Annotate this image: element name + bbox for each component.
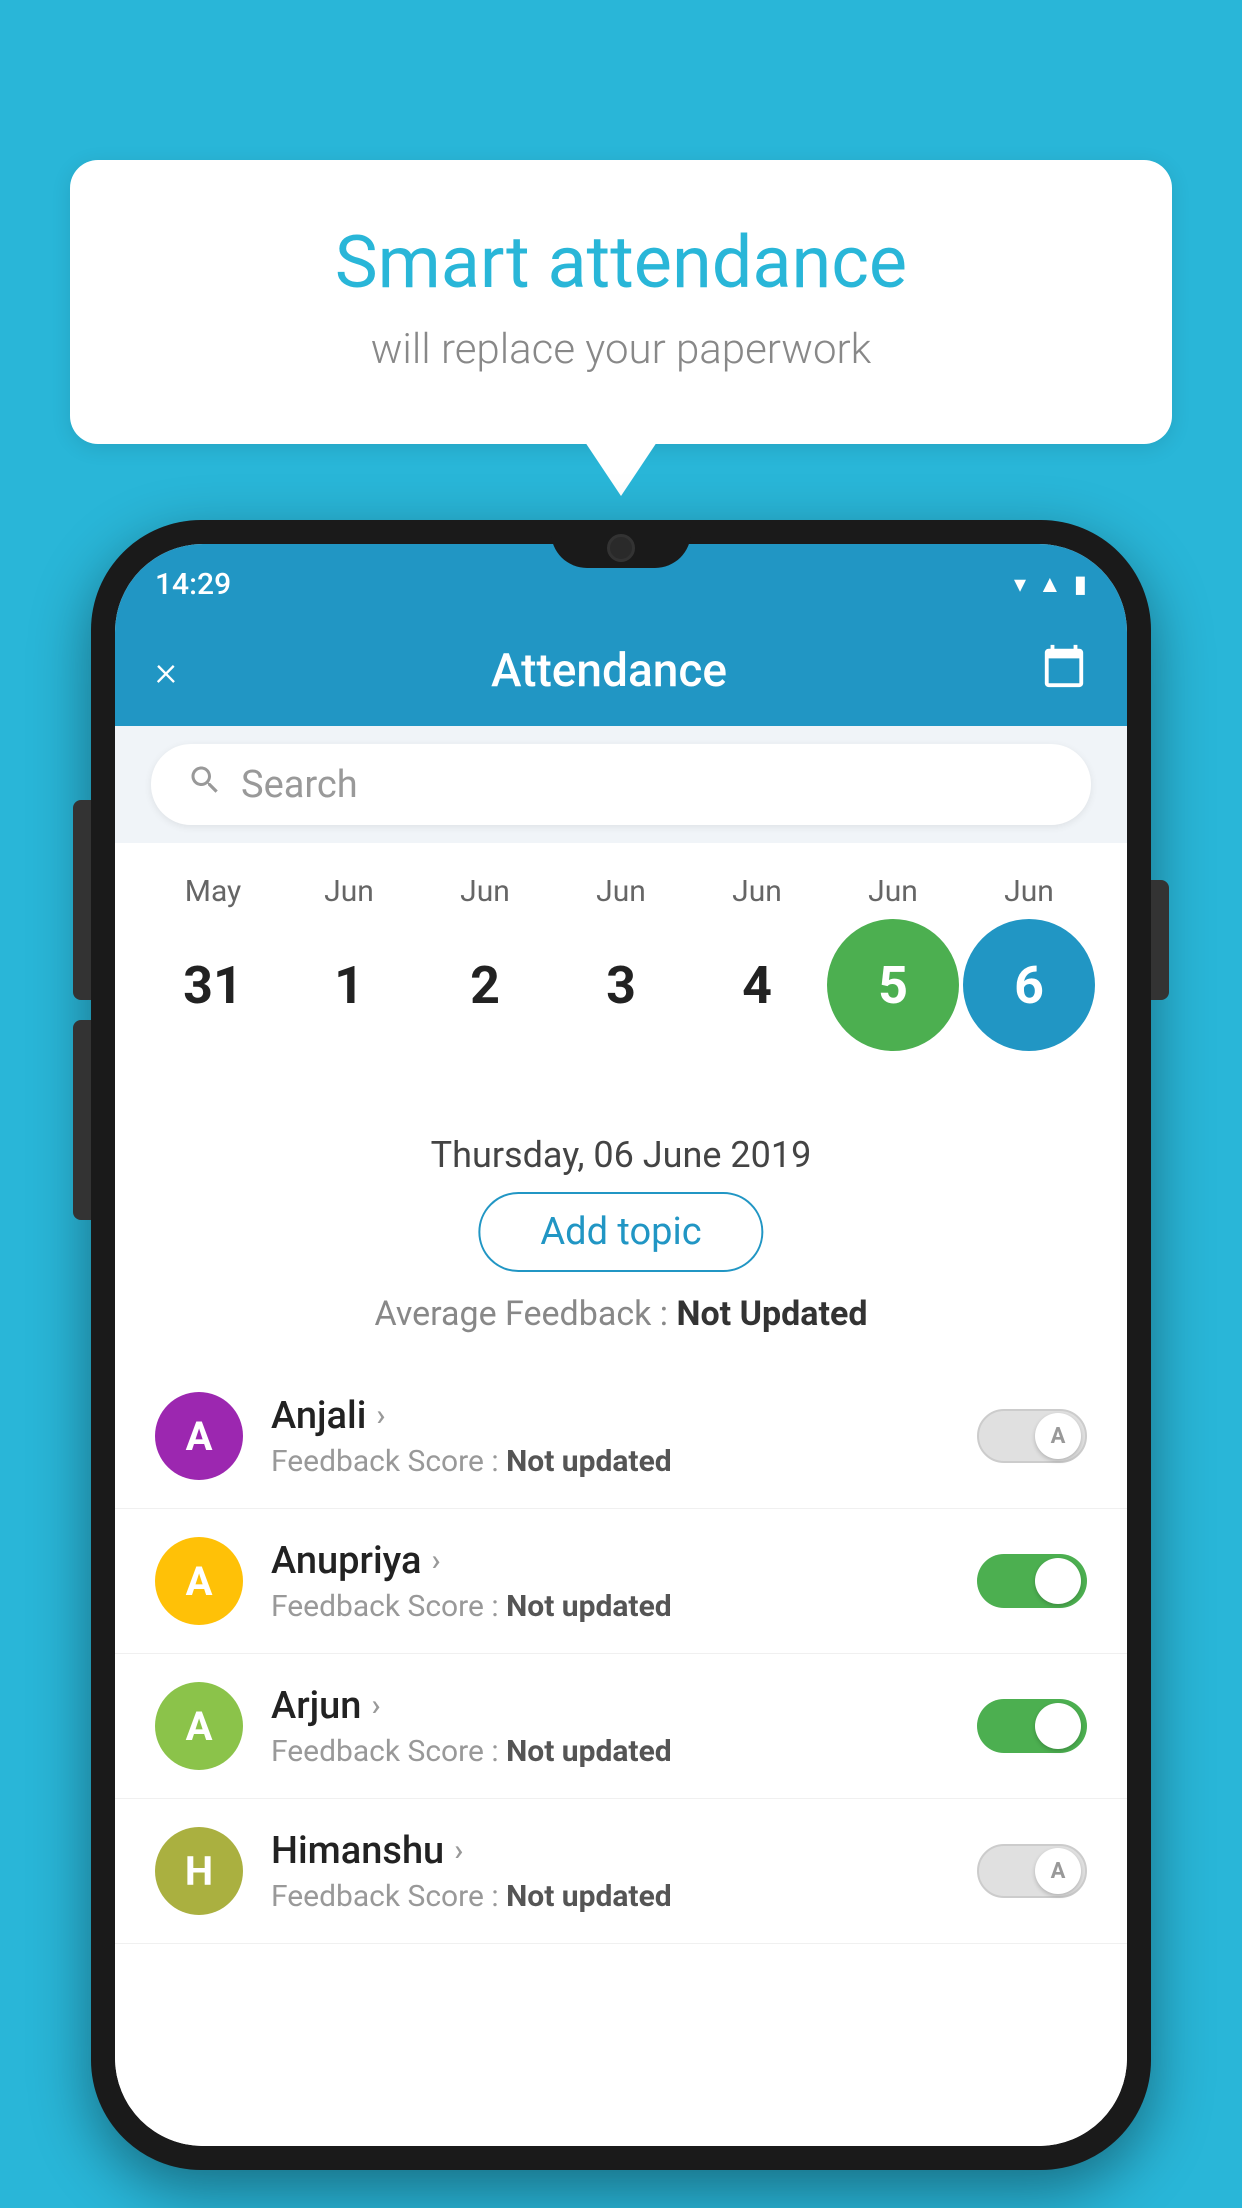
calendar-month-3: Jun [555, 874, 687, 909]
calendar-day-4[interactable]: 4 [691, 919, 823, 1051]
toggle-knob-himanshu: A [1035, 1848, 1081, 1894]
close-button[interactable]: × [155, 647, 177, 696]
phone-notch [551, 520, 691, 568]
calendar-month-5: Jun [827, 874, 959, 909]
attendance-toggle-anjali[interactable]: A [977, 1409, 1087, 1463]
calendar-day-6-selected[interactable]: 6 [963, 919, 1095, 1051]
calendar-day-3[interactable]: 3 [555, 919, 687, 1051]
student-item-anupriya[interactable]: A Anupriya › Feedback Score : Not update… [115, 1509, 1127, 1654]
toggle-knob-anjali: A [1035, 1413, 1081, 1459]
calendar-days-row: 31 1 2 3 4 5 6 [115, 919, 1127, 1051]
calendar-day-2[interactable]: 2 [419, 919, 551, 1051]
student-list: A Anjali › Feedback Score : Not updated … [115, 1364, 1127, 2146]
speech-bubble-subtitle: will replace your paperwork [150, 325, 1092, 374]
calendar-icon[interactable] [1041, 643, 1087, 699]
selected-date-label: Thursday, 06 June 2019 [115, 1134, 1127, 1176]
chevron-right-icon: › [371, 1688, 380, 1723]
chevron-right-icon: › [376, 1398, 385, 1433]
student-score-anupriya: Feedback Score : Not updated [271, 1589, 949, 1624]
speech-bubble-title: Smart attendance [150, 220, 1092, 305]
student-info-anupriya: Anupriya › Feedback Score : Not updated [271, 1539, 949, 1624]
toggle-knob-arjun: P [1035, 1703, 1081, 1749]
app-bar: × Attendance [115, 616, 1127, 726]
student-name-anjali: Anjali › [271, 1394, 949, 1438]
attendance-toggle-himanshu[interactable]: A [977, 1844, 1087, 1898]
status-icons: ▾ ▲ ▮ [1014, 570, 1087, 599]
signal-icon: ▲ [1038, 570, 1062, 599]
student-name-anupriya: Anupriya › [271, 1539, 949, 1583]
calendar-months-row: May Jun Jun Jun Jun Jun Jun [115, 874, 1127, 909]
calendar-month-6: Jun [963, 874, 1095, 909]
student-item-anjali[interactable]: A Anjali › Feedback Score : Not updated … [115, 1364, 1127, 1509]
chevron-right-icon: › [454, 1833, 463, 1868]
calendar-section: May Jun Jun Jun Jun Jun Jun 31 1 2 3 4 5… [115, 854, 1127, 1071]
attendance-toggle-arjun[interactable]: P [977, 1699, 1087, 1753]
search-input[interactable]: Search [241, 763, 358, 807]
student-info-anjali: Anjali › Feedback Score : Not updated [271, 1394, 949, 1479]
speech-bubble: Smart attendance will replace your paper… [70, 160, 1172, 444]
search-bar-container: Search [115, 726, 1127, 843]
battery-icon: ▮ [1074, 570, 1087, 598]
student-name-himanshu: Himanshu › [271, 1829, 949, 1873]
avg-feedback-label: Average Feedback : [375, 1294, 677, 1334]
calendar-month-0: May [147, 874, 279, 909]
student-item-himanshu[interactable]: H Himanshu › Feedback Score : Not update… [115, 1799, 1127, 1944]
student-score-arjun: Feedback Score : Not updated [271, 1734, 949, 1769]
student-score-himanshu: Feedback Score : Not updated [271, 1879, 949, 1914]
calendar-month-2: Jun [419, 874, 551, 909]
student-avatar-himanshu: H [155, 1827, 243, 1915]
student-info-arjun: Arjun › Feedback Score : Not updated [271, 1684, 949, 1769]
app-bar-title: Attendance [491, 644, 727, 698]
calendar-month-1: Jun [283, 874, 415, 909]
calendar-month-4: Jun [691, 874, 823, 909]
search-icon [187, 762, 223, 807]
student-info-himanshu: Himanshu › Feedback Score : Not updated [271, 1829, 949, 1914]
phone-screen: 14:29 ▾ ▲ ▮ × Attendance [115, 544, 1127, 2146]
calendar-day-31[interactable]: 31 [147, 919, 279, 1051]
add-topic-button[interactable]: Add topic [478, 1192, 763, 1272]
search-input-wrapper[interactable]: Search [151, 744, 1091, 825]
phone-device: 14:29 ▾ ▲ ▮ × Attendance [91, 520, 1151, 2170]
speech-bubble-wrapper: Smart attendance will replace your paper… [70, 160, 1172, 444]
avg-feedback: Average Feedback : Not Updated [115, 1294, 1127, 1334]
student-name-arjun: Arjun › [271, 1684, 949, 1728]
add-topic-label: Add topic [540, 1210, 701, 1254]
student-score-anjali: Feedback Score : Not updated [271, 1444, 949, 1479]
student-avatar-arjun: A [155, 1682, 243, 1770]
phone-outer: 14:29 ▾ ▲ ▮ × Attendance [91, 520, 1151, 2170]
calendar-day-5-today[interactable]: 5 [827, 919, 959, 1051]
calendar-day-1[interactable]: 1 [283, 919, 415, 1051]
student-avatar-anjali: A [155, 1392, 243, 1480]
status-time: 14:29 [155, 567, 231, 602]
attendance-toggle-anupriya[interactable]: P [977, 1554, 1087, 1608]
wifi-icon: ▾ [1014, 570, 1026, 598]
avg-feedback-value: Not Updated [676, 1294, 867, 1334]
student-item-arjun[interactable]: A Arjun › Feedback Score : Not updated P [115, 1654, 1127, 1799]
student-avatar-anupriya: A [155, 1537, 243, 1625]
phone-camera [607, 534, 635, 562]
toggle-knob-anupriya: P [1035, 1558, 1081, 1604]
chevron-right-icon: › [431, 1543, 440, 1578]
